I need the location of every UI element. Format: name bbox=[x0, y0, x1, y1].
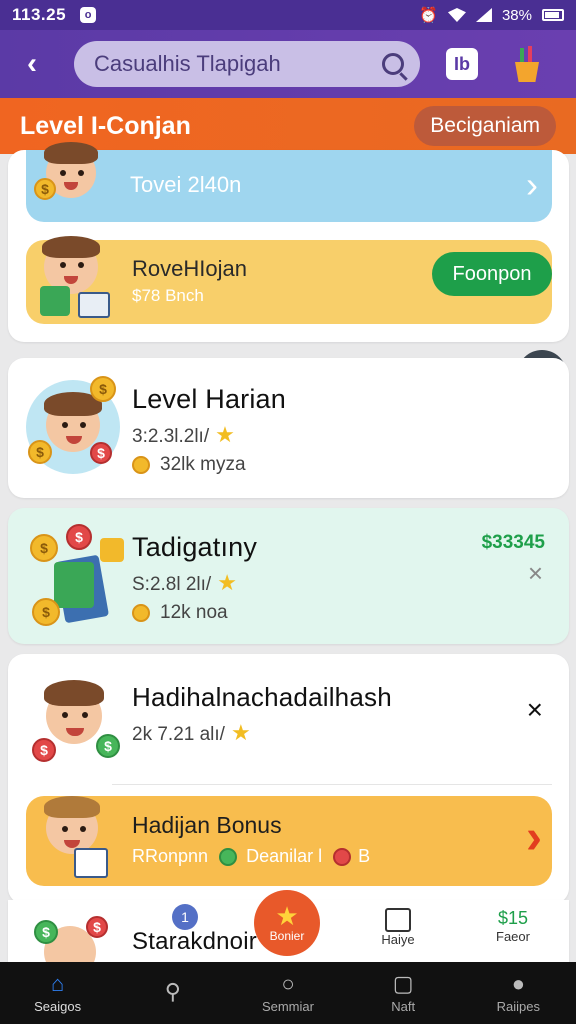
search-input[interactable]: Casualhis Tlapigah bbox=[74, 41, 420, 87]
battery-icon bbox=[542, 9, 564, 21]
status-icons: ⏰ 38% bbox=[419, 6, 564, 24]
search-icon[interactable] bbox=[382, 53, 404, 75]
search-icon: ○ bbox=[281, 971, 295, 996]
search-text: Casualhis Tlapigah bbox=[94, 51, 281, 76]
bonus-row[interactable]: Hadijan Bonus RRonpnn Deanilar l B › bbox=[26, 796, 552, 886]
profile-icon: ● bbox=[511, 971, 525, 996]
card-title: Tadigatıny bbox=[132, 532, 258, 562]
card-line2-text: 32lk myza bbox=[160, 454, 246, 475]
status-time: 113.25 bbox=[12, 5, 67, 24]
card-line1-text: 3:2.3l.2lı/ bbox=[132, 426, 210, 447]
document-icon bbox=[78, 292, 110, 318]
bonus-fab[interactable]: ★ Bonier bbox=[254, 890, 320, 956]
level-title: Level I-Conjan bbox=[20, 111, 191, 140]
top-card: Tovei 2l40n › $ RoveHIojan $78 Bnch Foon… bbox=[8, 142, 569, 342]
close-icon[interactable]: × bbox=[528, 558, 543, 589]
haiye-button[interactable]: Haiye bbox=[368, 908, 428, 947]
star-icon: ★ bbox=[217, 570, 237, 595]
avatar: $ bbox=[34, 140, 106, 206]
nav-item-profile[interactable]: ● Raiipes bbox=[468, 971, 568, 1014]
money-stack-icon: $ $ $ bbox=[26, 522, 126, 630]
divider bbox=[112, 784, 552, 785]
coin-icon: $ bbox=[28, 440, 52, 464]
rove-sub: $78 Bnch bbox=[132, 286, 204, 305]
level-action-button[interactable]: Beciganiam bbox=[414, 106, 556, 146]
chevron-right-icon: › bbox=[526, 164, 538, 205]
app-screen: 113.25 o ⏰ 38% ‹ Casualhis Tlapigah Ib L… bbox=[0, 0, 576, 1024]
faeor-button[interactable]: $15 Faeor bbox=[478, 908, 548, 944]
nav-item-search-2[interactable]: ○ Semmiar bbox=[238, 971, 338, 1014]
coin-icon: $ bbox=[90, 442, 112, 464]
avatar bbox=[38, 236, 118, 324]
document-icon bbox=[74, 848, 108, 878]
card-line1: 2k 7.21 alı/★ bbox=[132, 720, 251, 746]
card-line1-text: S:2.8l 2lı/ bbox=[132, 574, 212, 595]
shop-bucket-icon[interactable] bbox=[512, 46, 542, 82]
nav-item-search[interactable]: ⚲ bbox=[123, 978, 223, 1007]
calendar-icon[interactable]: 1 bbox=[172, 904, 198, 930]
notification-badge-icon: o bbox=[80, 7, 97, 23]
back-button[interactable]: ‹ bbox=[14, 46, 50, 82]
coin-icon: $ bbox=[34, 178, 56, 200]
coin-icon bbox=[132, 455, 150, 474]
close-icon[interactable]: × bbox=[527, 694, 543, 726]
card-line1-text: 2k 7.21 alı/ bbox=[132, 724, 225, 745]
card-line1: S:2.8l 2lı/★ bbox=[132, 570, 237, 596]
bonus-title: Hadijan Bonus bbox=[132, 812, 282, 838]
card-amount: $15 bbox=[497, 908, 529, 928]
card-title: Level Harian bbox=[132, 384, 286, 414]
coin-icon bbox=[132, 603, 150, 622]
bottom-navigation: ⌂ Seaigos ⚲ ○ Semmiar ▢ Naft ● Raiipes bbox=[0, 962, 576, 1024]
nav-item-home[interactable]: ⌂ Seaigos bbox=[8, 971, 108, 1014]
header-action-label: Ib bbox=[454, 53, 470, 74]
coin-icon bbox=[333, 848, 352, 867]
card-line2: 12k noa bbox=[132, 602, 228, 624]
top-app-bar: ‹ Casualhis Tlapigah Ib bbox=[0, 30, 576, 98]
card-line1: 3:2.3l.2lı/★ bbox=[132, 422, 235, 448]
avatar: $ $ $ bbox=[26, 376, 120, 474]
coin-icon bbox=[219, 848, 238, 867]
bonus-sub: RRonpnn Deanilar l B bbox=[132, 846, 371, 867]
bonus-fab-label: Bonier bbox=[269, 929, 305, 943]
status-bar: 113.25 o ⏰ 38% bbox=[0, 0, 576, 30]
tovei-label: Tovei 2l40n bbox=[130, 172, 242, 197]
coin-icon: $ bbox=[90, 376, 116, 402]
nav-item-notifications[interactable]: ▢ Naft bbox=[353, 971, 453, 1014]
card-title: Starakdnoir bbox=[132, 928, 257, 955]
cash-icon bbox=[40, 286, 70, 316]
list-card[interactable]: $ $ $ Tadigatıny S:2.8l 2lı/★ 12k noa $3… bbox=[8, 508, 569, 644]
star-icon: ★ bbox=[230, 720, 251, 745]
list-card[interactable]: $ $ $ Level Harian 3:2.3l.2lı/★ 32lk myz… bbox=[8, 358, 569, 498]
card-title: Hadihalnachadailhash bbox=[132, 682, 392, 712]
star-icon: ★ bbox=[215, 422, 235, 447]
signal-icon bbox=[475, 8, 492, 22]
avatar bbox=[32, 792, 122, 884]
rove-title: RoveHIojan bbox=[132, 256, 247, 281]
list-card[interactable]: $ $ Hadihalnachadailhash 2k 7.21 alı/★ ×… bbox=[8, 654, 569, 904]
foonpon-button[interactable]: Foonpon bbox=[432, 252, 552, 296]
search-icon: ⚲ bbox=[164, 978, 181, 1004]
card-line2: 32lk myza bbox=[132, 454, 246, 476]
alarm-icon: ⏰ bbox=[419, 7, 438, 24]
card-amount: $33345 bbox=[481, 532, 545, 553]
home-icon: ⌂ bbox=[50, 971, 65, 996]
battery-text: 38% bbox=[501, 6, 532, 24]
chevron-left-icon: ‹ bbox=[27, 47, 37, 80]
avatar: $ $ bbox=[32, 674, 124, 768]
header-action-button[interactable]: Ib bbox=[446, 48, 478, 80]
wifi-icon bbox=[447, 8, 466, 22]
tovei-row[interactable]: Tovei 2l40n › bbox=[26, 150, 552, 222]
card-line2-text: 12k noa bbox=[160, 602, 228, 623]
chevron-right-icon[interactable]: › bbox=[526, 810, 542, 865]
notification-icon: ▢ bbox=[392, 971, 414, 996]
document-icon bbox=[385, 908, 411, 932]
star-icon: ★ bbox=[275, 901, 299, 931]
